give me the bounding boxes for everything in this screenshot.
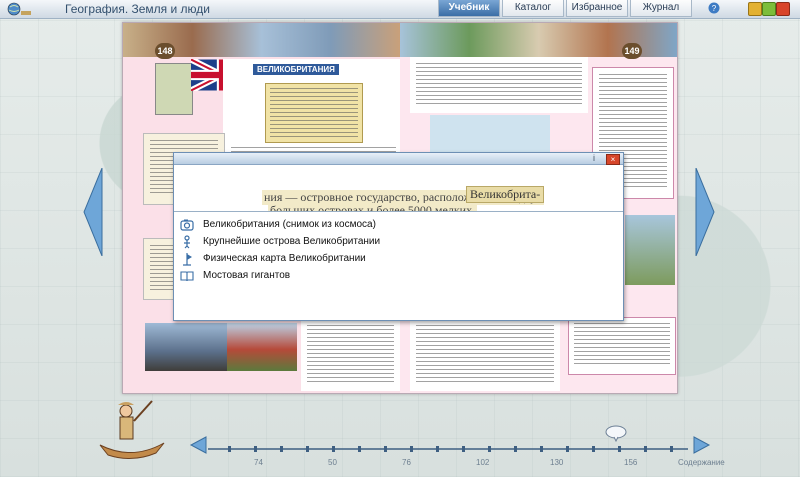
tab-catalog[interactable]: Каталог — [502, 0, 564, 17]
page-heading: ВЕЛИКОБРИТАНИЯ — [253, 64, 339, 75]
snippet-highlight: Великобрита- — [466, 186, 545, 203]
tab-journal[interactable]: Журнал — [630, 0, 692, 17]
current-page-marker-icon[interactable] — [604, 424, 628, 442]
minimize-button[interactable] — [748, 2, 762, 16]
photo-icon — [180, 219, 194, 231]
house-photo — [227, 323, 297, 371]
europe-map-thumbnail — [155, 63, 193, 115]
popup-close-button[interactable]: × — [606, 154, 620, 165]
previous-page-arrow-icon[interactable] — [82, 168, 104, 256]
app-title: География. Земля и люди — [65, 2, 210, 16]
resource-link-label: Великобритания (снимок из космоса) — [203, 219, 376, 230]
right-page-text — [410, 57, 588, 113]
svg-text:?: ? — [712, 4, 717, 13]
timeline-tick-label: 74 — [254, 458, 263, 467]
timeline-tick-label: 76 — [402, 458, 411, 467]
left-page-number: 148 — [155, 43, 175, 59]
resource-link-giants-causeway[interactable]: Мостовая гигантов — [180, 267, 380, 284]
london-photo — [145, 323, 229, 371]
resource-link-physical-map[interactable]: Физическая карта Великобритании — [180, 250, 380, 267]
timeline-tick-label: 130 — [550, 458, 564, 467]
timeline-tick-label: 50 — [328, 458, 337, 467]
right-page-number: 149 — [622, 43, 642, 59]
timeline-next-arrow-icon[interactable] — [692, 435, 712, 455]
boat-traveler-mascot-icon — [99, 400, 165, 459]
left-page-text: ВЕЛИКОБРИТАНИЯ — [223, 59, 400, 155]
next-page-arrow-icon[interactable] — [694, 168, 716, 256]
resource-link-label: Крупнейшие острова Великобритании — [203, 236, 381, 247]
resource-popup: i × ния — островное государство, располо… — [173, 152, 624, 321]
timeline-tick-label: 156 — [624, 458, 638, 467]
resource-link-list: Великобритания (снимок из космоса) Крупн… — [180, 216, 380, 284]
text-snippet: ния — островное государство, расположенн… — [174, 165, 623, 212]
globe-logo-icon — [7, 2, 31, 16]
right-bottom-text — [410, 319, 560, 391]
resource-link-largest-islands[interactable]: Крупнейшие острова Великобритании — [180, 233, 380, 250]
snippet-line-2: больших островах и более 5000 мелких. — [268, 203, 478, 211]
close-button[interactable] — [776, 2, 790, 16]
resource-link-space-photo[interactable]: Великобритания (снимок из космоса) — [180, 216, 380, 233]
top-bar: География. Земля и люди Учебник Каталог … — [0, 0, 800, 19]
timeline-prev-arrow-icon[interactable] — [188, 435, 208, 455]
timeline-tick-label: 102 — [476, 458, 490, 467]
book-icon — [180, 270, 194, 281]
page-timeline[interactable] — [208, 444, 688, 454]
animation-icon — [184, 234, 190, 248]
resource-link-label: Мостовая гигантов — [203, 270, 291, 281]
tab-favorites[interactable]: Избранное — [566, 0, 628, 17]
tab-textbook[interactable]: Учебник — [438, 0, 500, 17]
map-icon — [183, 252, 192, 266]
help-icon[interactable]: ? — [708, 2, 720, 14]
resource-link-label: Физическая карта Великобритании — [203, 253, 366, 264]
popup-titlebar: i × — [174, 153, 623, 165]
tab-bar: Учебник Каталог Избранное Журнал — [438, 0, 694, 17]
maximize-button[interactable] — [762, 2, 776, 16]
country-facts-box — [265, 83, 363, 143]
questions-box — [568, 317, 676, 375]
left-bottom-text — [301, 319, 400, 391]
info-icon[interactable]: i — [593, 153, 595, 163]
timeline-tick-label-contents[interactable]: Содержание — [678, 458, 725, 467]
landscape-photo — [625, 215, 675, 285]
